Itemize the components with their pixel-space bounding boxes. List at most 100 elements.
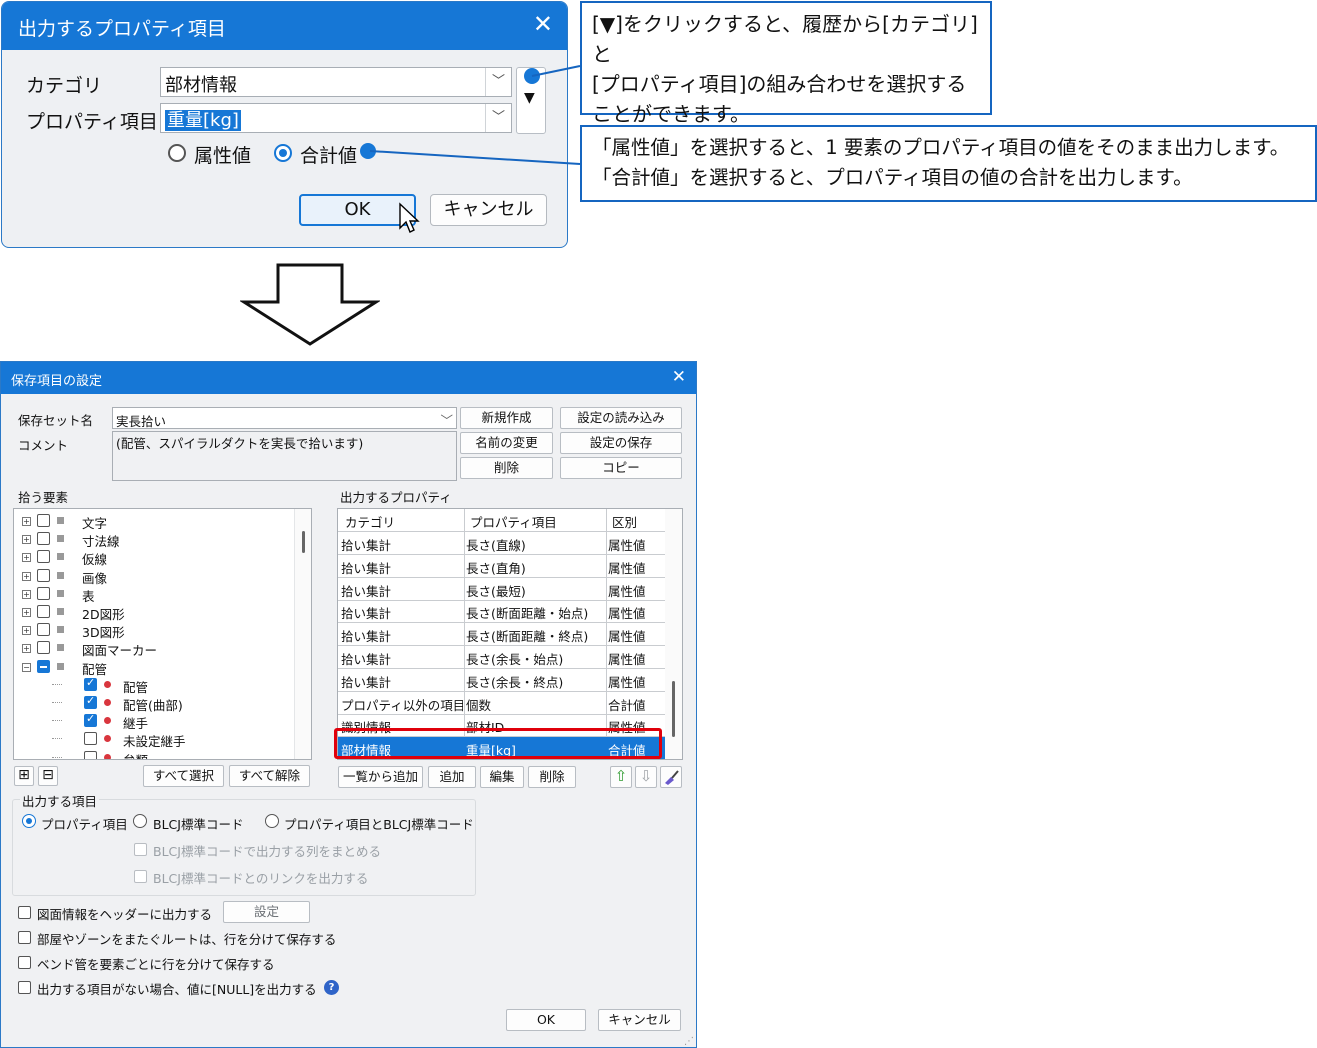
- edit-button[interactable]: 編集: [480, 766, 524, 788]
- tree-item[interactable]: 弁類: [14, 749, 294, 759]
- tree-item[interactable]: + 仮線: [14, 548, 294, 567]
- expand-icon[interactable]: +: [22, 553, 31, 563]
- tree-item-label: 弁類: [123, 750, 148, 759]
- split-route-checkbox[interactable]: [18, 931, 31, 944]
- radio-total[interactable]: [274, 144, 292, 162]
- tree-item[interactable]: + 寸法線: [14, 530, 294, 549]
- table-row[interactable]: プロパティ以外の項目 個数 合計値: [338, 692, 665, 715]
- tree-item[interactable]: + 画像: [14, 567, 294, 586]
- tree-item[interactable]: 配管(曲部): [14, 694, 294, 713]
- tree-item-checkbox[interactable]: [37, 641, 50, 655]
- cancel-button[interactable]: キャンセル: [598, 1009, 681, 1031]
- property-combo[interactable]: 重量[kg] ﹀: [160, 103, 512, 133]
- element-tree[interactable]: +文字+寸法線+仮線+画像+表+2D図形+3D図形+図面マーカー−配管配管配管(…: [13, 508, 312, 760]
- expand-icon[interactable]: +: [22, 626, 31, 636]
- collapse-all-button[interactable]: ⊟: [38, 766, 58, 786]
- radio-attribute[interactable]: [168, 144, 186, 162]
- move-up-icon[interactable]: ⇧: [610, 766, 632, 788]
- header-settings-button[interactable]: 設定: [223, 901, 310, 923]
- tree-scrollbar[interactable]: [294, 509, 311, 759]
- cell-category: プロパティ以外の項目: [341, 697, 463, 713]
- tree-item-checkbox[interactable]: [37, 605, 50, 618]
- radio-output-both[interactable]: [265, 814, 279, 828]
- save-set-combo[interactable]: 実長拾い ﹀: [112, 407, 457, 429]
- table-row[interactable]: 拾い集計 長さ(余長・終点) 属性値: [338, 669, 665, 692]
- clear-icon[interactable]: [660, 766, 682, 788]
- add-from-list-button[interactable]: 一覧から追加: [338, 766, 423, 788]
- expand-icon[interactable]: +: [22, 589, 31, 599]
- table-row[interactable]: 拾い集計 長さ(直角) 属性値: [338, 555, 665, 578]
- tree-item[interactable]: +2D図形: [14, 603, 294, 622]
- select-all-button[interactable]: すべて選択: [143, 765, 224, 787]
- column-header-type[interactable]: 区別: [612, 512, 637, 531]
- column-header-property[interactable]: プロパティ項目: [470, 512, 557, 531]
- table-row[interactable]: 拾い集計 長さ(直線) 属性値: [338, 532, 665, 555]
- header-info-checkbox[interactable]: [18, 906, 31, 919]
- delete-row-button[interactable]: 削除: [528, 766, 576, 788]
- copy-button[interactable]: コピー: [560, 457, 682, 479]
- tree-item[interactable]: + 表: [14, 585, 294, 604]
- close-icon[interactable]: ✕: [533, 10, 553, 38]
- blcj-link-checkbox[interactable]: [134, 870, 147, 883]
- radio-output-blcj[interactable]: [133, 814, 147, 828]
- delete-set-button[interactable]: 削除: [460, 457, 553, 479]
- table-row[interactable]: 拾い集計 長さ(断面距離・始点) 属性値: [338, 600, 665, 624]
- new-button[interactable]: 新規作成: [460, 407, 553, 429]
- tree-item-checkbox[interactable]: [37, 568, 50, 582]
- tree-item-checkbox[interactable]: [84, 694, 97, 709]
- category-combo[interactable]: 部材情報 ﹀: [160, 67, 512, 97]
- tree-item-checkbox[interactable]: [37, 586, 50, 600]
- expand-icon[interactable]: +: [22, 517, 31, 526]
- tree-item-checkbox[interactable]: [37, 514, 50, 527]
- tree-item-checkbox[interactable]: [84, 750, 97, 759]
- expand-all-button[interactable]: ⊞: [14, 766, 34, 786]
- move-down-icon[interactable]: ⇩: [635, 766, 657, 788]
- tree-item-checkbox[interactable]: [84, 676, 97, 691]
- output-properties-table[interactable]: カテゴリ プロパティ項目 区別 拾い集計 長さ(直線) 属性値 拾い集計 長さ(直角) 属…: [337, 508, 683, 760]
- chevron-down-icon[interactable]: ﹀: [440, 410, 453, 429]
- collapse-icon[interactable]: −: [22, 662, 31, 672]
- bend-pipe-checkbox[interactable]: [18, 956, 31, 969]
- tree-item[interactable]: + 図面マーカー: [14, 639, 294, 658]
- expand-icon[interactable]: +: [22, 608, 31, 617]
- comment-field[interactable]: (配管、スパイラルダクトを実長で拾います): [112, 431, 457, 481]
- tree-item-checkbox[interactable]: [84, 712, 97, 728]
- add-button[interactable]: 追加: [428, 766, 476, 788]
- tree-item-checkbox[interactable]: [37, 659, 50, 673]
- rename-button[interactable]: 名前の変更: [460, 432, 553, 454]
- expand-icon[interactable]: +: [22, 571, 31, 581]
- tree-item[interactable]: +3D図形: [14, 621, 294, 640]
- tree-item-checkbox[interactable]: [37, 623, 50, 637]
- table-row[interactable]: 拾い集計 長さ(断面距離・終点) 属性値: [338, 623, 665, 647]
- table-row[interactable]: 拾い集計 長さ(余長・始点) 属性値: [338, 646, 665, 669]
- tree-item[interactable]: + 文字: [14, 512, 294, 531]
- table-row[interactable]: 拾い集計 長さ(最短) 属性値: [338, 578, 665, 601]
- table-scrollbar[interactable]: [665, 509, 682, 759]
- resize-grip-icon[interactable]: ⋰: [684, 1036, 694, 1047]
- close-icon[interactable]: ✕: [672, 367, 686, 387]
- tree-item[interactable]: 未設定継手: [14, 730, 294, 749]
- deselect-all-button[interactable]: すべて解除: [229, 765, 310, 787]
- null-output-checkbox[interactable]: [18, 981, 31, 994]
- tree-item-checkbox[interactable]: [37, 532, 50, 546]
- help-icon[interactable]: ?: [324, 980, 339, 995]
- table-scroll-thumb[interactable]: [672, 681, 675, 737]
- tree-item-checkbox[interactable]: [37, 550, 50, 564]
- blcj-merge-checkbox[interactable]: [134, 843, 147, 856]
- radio-output-property[interactable]: [22, 814, 36, 828]
- chevron-down-icon[interactable]: ﹀: [485, 68, 511, 96]
- ok-button[interactable]: OK: [506, 1009, 586, 1031]
- tree-item-checkbox[interactable]: [84, 732, 97, 746]
- tree-scroll-thumb[interactable]: [302, 531, 305, 553]
- column-header-category[interactable]: カテゴリ: [345, 512, 395, 531]
- expand-icon[interactable]: +: [22, 644, 31, 654]
- tree-item[interactable]: − 配管: [14, 658, 294, 677]
- tree-item[interactable]: 継手: [14, 712, 294, 731]
- save-settings-button[interactable]: 設定の保存: [560, 432, 682, 454]
- tree-item[interactable]: 配管: [14, 676, 294, 695]
- expand-icon[interactable]: +: [22, 535, 31, 545]
- chevron-down-icon[interactable]: ﹀: [485, 104, 511, 132]
- category-label: カテゴリ: [26, 75, 103, 97]
- load-settings-button[interactable]: 設定の読み込み: [560, 407, 682, 429]
- cancel-button[interactable]: キャンセル: [430, 194, 547, 226]
